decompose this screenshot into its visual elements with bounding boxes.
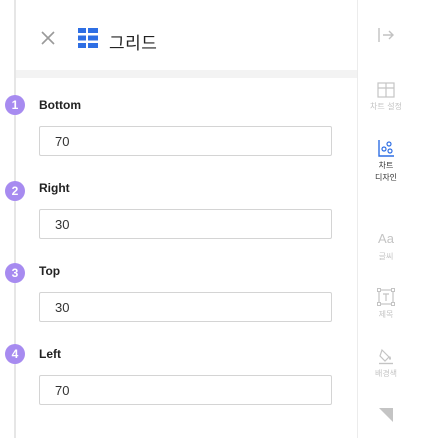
table-icon bbox=[377, 82, 395, 98]
sidebar-item-label: 제목 bbox=[378, 310, 394, 319]
left-label: Left bbox=[39, 347, 61, 361]
title-icon bbox=[377, 288, 395, 306]
step-badge-1: 1 bbox=[5, 95, 25, 115]
step-badge-3: 3 bbox=[5, 263, 25, 283]
top-input[interactable] bbox=[39, 292, 332, 322]
sidebar: 차트 설정 차트 디자인 Aa 글씨 제목 배경색 bbox=[358, 0, 422, 438]
sidebar-item-label: 차트 설정 bbox=[370, 102, 402, 111]
sidebar-item-background-color[interactable]: 배경색 bbox=[358, 347, 414, 380]
page-title: 그리드 bbox=[109, 34, 158, 54]
more-tools-icon[interactable] bbox=[378, 406, 394, 422]
close-icon[interactable] bbox=[38, 28, 58, 48]
sidebar-item-chart-design[interactable]: 차트 디자인 bbox=[358, 139, 414, 184]
chart-design-icon bbox=[378, 140, 394, 157]
bottom-label: Bottom bbox=[39, 98, 81, 112]
sidebar-item-label: 글씨 bbox=[378, 252, 394, 261]
fill-bucket-icon bbox=[379, 348, 393, 365]
step-badge-2: 2 bbox=[5, 181, 25, 201]
right-input[interactable] bbox=[39, 209, 332, 239]
sidebar-item-title[interactable]: 제목 bbox=[358, 288, 414, 321]
collapse-panel-icon[interactable] bbox=[376, 25, 396, 45]
right-label: Right bbox=[39, 181, 70, 195]
sidebar-item-chart-settings[interactable]: 차트 설정 bbox=[358, 82, 414, 113]
left-input[interactable] bbox=[39, 375, 332, 405]
top-label: Top bbox=[39, 264, 61, 278]
sidebar-item-label: 차트 디자인 bbox=[374, 161, 398, 182]
sidebar-item-font[interactable]: Aa 글씨 bbox=[358, 230, 414, 263]
sidebar-item-label: 배경색 bbox=[374, 369, 398, 378]
font-icon: Aa bbox=[378, 231, 394, 246]
bottom-input[interactable] bbox=[39, 126, 332, 156]
header-divider bbox=[16, 70, 357, 78]
grid-icon bbox=[78, 28, 98, 48]
step-badge-4: 4 bbox=[5, 344, 25, 364]
panel-header: 그리드 bbox=[16, 0, 357, 70]
